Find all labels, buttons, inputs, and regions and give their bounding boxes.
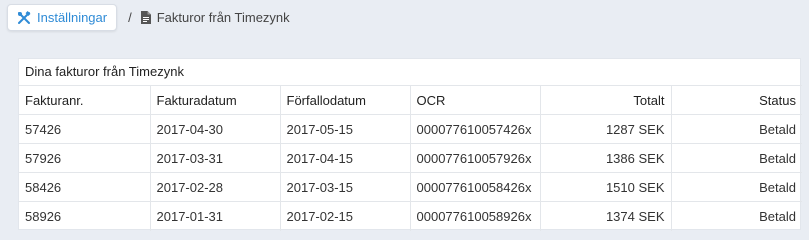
invoice-number-cell: 58926 <box>19 201 150 231</box>
column-header-invoice-number: Fakturanr. <box>19 85 150 115</box>
status-cell: Betald <box>670 172 802 202</box>
panel-title: Dina fakturor från Timezynk <box>25 64 184 79</box>
invoice-date-cell: 2017-04-30 <box>149 114 280 144</box>
table-row: 58926 2017-01-31 2017-02-15 000077610058… <box>19 201 802 231</box>
current-page-breadcrumb: Fakturor från Timezynk <box>140 10 290 25</box>
ocr-cell: 000077610058926x <box>409 201 540 231</box>
status-cell: Betald <box>670 143 802 173</box>
table-header-row: Fakturanr. Fakturadatum Förfallodatum OC… <box>19 85 802 115</box>
invoices-table: Fakturanr. Fakturadatum Förfallodatum OC… <box>19 85 802 231</box>
due-date-cell: 2017-03-15 <box>279 172 410 202</box>
table-row: 57926 2017-03-31 2017-04-15 000077610057… <box>19 143 802 173</box>
status-cell: Betald <box>670 114 802 144</box>
document-icon <box>140 11 151 24</box>
breadcrumb: Inställningar / Fakturor från Timezynk <box>7 4 290 31</box>
invoice-number-cell: 57926 <box>19 143 150 173</box>
invoice-date-cell: 2017-01-31 <box>149 201 280 231</box>
total-cell: 1374 SEK <box>539 201 671 231</box>
due-date-cell: 2017-02-15 <box>279 201 410 231</box>
invoice-number-cell: 58426 <box>19 172 150 202</box>
invoices-panel: Dina fakturor från Timezynk Fakturanr. F… <box>18 58 802 231</box>
status-cell: Betald <box>670 201 802 231</box>
settings-breadcrumb-button[interactable]: Inställningar <box>7 4 118 31</box>
column-header-total: Totalt <box>539 85 671 115</box>
column-header-invoice-date: Fakturadatum <box>149 85 280 115</box>
tools-icon <box>17 10 31 25</box>
current-page-label: Fakturor från Timezynk <box>156 10 290 25</box>
due-date-cell: 2017-05-15 <box>279 114 410 144</box>
total-cell: 1287 SEK <box>539 114 671 144</box>
invoice-date-cell: 2017-03-31 <box>149 143 280 173</box>
breadcrumb-separator: / <box>128 10 132 25</box>
ocr-cell: 000077610057926x <box>409 143 540 173</box>
column-header-ocr: OCR <box>409 85 540 115</box>
settings-breadcrumb-label: Inställningar <box>37 10 108 25</box>
ocr-cell: 000077610058426x <box>409 172 540 202</box>
table-row: 57426 2017-04-30 2017-05-15 000077610057… <box>19 114 802 144</box>
due-date-cell: 2017-04-15 <box>279 143 410 173</box>
invoice-date-cell: 2017-02-28 <box>149 172 280 202</box>
invoice-number-cell: 57426 <box>19 114 150 144</box>
column-header-due-date: Förfallodatum <box>279 85 410 115</box>
column-header-status: Status <box>670 85 802 115</box>
total-cell: 1510 SEK <box>539 172 671 202</box>
ocr-cell: 000077610057426x <box>409 114 540 144</box>
total-cell: 1386 SEK <box>539 143 671 173</box>
table-row: 58426 2017-02-28 2017-03-15 000077610058… <box>19 172 802 202</box>
